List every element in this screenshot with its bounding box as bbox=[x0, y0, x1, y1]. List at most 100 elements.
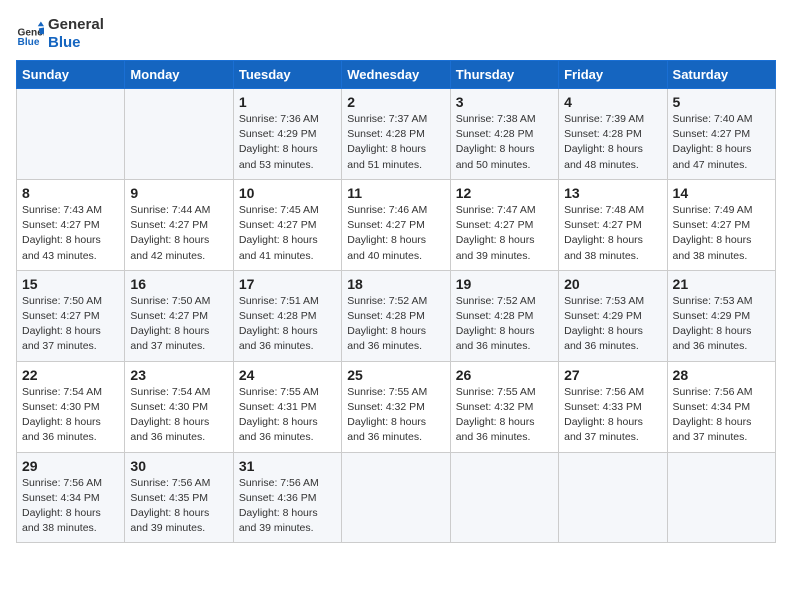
day-cell: 23 Sunrise: 7:54 AMSunset: 4:30 PMDayligh… bbox=[125, 361, 233, 452]
day-cell: 14 Sunrise: 7:49 AMSunset: 4:27 PMDayligh… bbox=[667, 179, 775, 270]
day-info: Sunrise: 7:55 AMSunset: 4:32 PMDaylight:… bbox=[347, 385, 444, 446]
day-cell: 13 Sunrise: 7:48 AMSunset: 4:27 PMDayligh… bbox=[559, 179, 667, 270]
day-number: 12 bbox=[456, 185, 553, 201]
day-cell: 27Sunrise: 7:56 AMSunset: 4:33 PMDayligh… bbox=[559, 361, 667, 452]
day-cell: 20Sunrise: 7:53 AMSunset: 4:29 PMDayligh… bbox=[559, 270, 667, 361]
svg-text:Blue: Blue bbox=[18, 37, 40, 48]
day-number: 15 bbox=[22, 276, 119, 292]
day-cell: 10 Sunrise: 7:45 AMSunset: 4:27 PMDayligh… bbox=[233, 179, 341, 270]
day-cell: 24 Sunrise: 7:55 AMSunset: 4:31 PMDayligh… bbox=[233, 361, 341, 452]
day-info: Sunrise: 7:39 AMSunset: 4:28 PMDaylight:… bbox=[564, 112, 661, 173]
day-number: 11 bbox=[347, 185, 444, 201]
day-cell: 4 Sunrise: 7:39 AMSunset: 4:28 PMDaylight… bbox=[559, 89, 667, 180]
day-cell: 11 Sunrise: 7:46 AMSunset: 4:27 PMDayligh… bbox=[342, 179, 450, 270]
header-row: SundayMondayTuesdayWednesdayThursdayFrid… bbox=[17, 61, 776, 89]
day-cell: 18Sunrise: 7:52 AMSunset: 4:28 PMDayligh… bbox=[342, 270, 450, 361]
header-cell-friday: Friday bbox=[559, 61, 667, 89]
day-number: 1 bbox=[239, 94, 336, 110]
header-cell-thursday: Thursday bbox=[450, 61, 558, 89]
day-cell: 5 Sunrise: 7:40 AMSunset: 4:27 PMDaylight… bbox=[667, 89, 775, 180]
logo: General Blue General Blue bbox=[16, 16, 104, 52]
day-cell: 8 Sunrise: 7:43 AMSunset: 4:27 PMDaylight… bbox=[17, 179, 125, 270]
day-info: Sunrise: 7:48 AMSunset: 4:27 PMDaylight:… bbox=[564, 203, 661, 264]
day-cell bbox=[17, 89, 125, 180]
day-info: Sunrise: 7:37 AMSunset: 4:28 PMDaylight:… bbox=[347, 112, 444, 173]
week-row-2: 15 Sunrise: 7:50 AMSunset: 4:27 PMDayligh… bbox=[17, 270, 776, 361]
week-row-1: 8 Sunrise: 7:43 AMSunset: 4:27 PMDaylight… bbox=[17, 179, 776, 270]
day-cell: 28 Sunrise: 7:56 AMSunset: 4:34 PMDayligh… bbox=[667, 361, 775, 452]
day-info: Sunrise: 7:55 AMSunset: 4:31 PMDaylight:… bbox=[239, 385, 336, 446]
day-number: 3 bbox=[456, 94, 553, 110]
day-number: 24 bbox=[239, 367, 336, 383]
day-number: 25 bbox=[347, 367, 444, 383]
day-number: 4 bbox=[564, 94, 661, 110]
day-cell: 3 Sunrise: 7:38 AMSunset: 4:28 PMDaylight… bbox=[450, 89, 558, 180]
header-cell-tuesday: Tuesday bbox=[233, 61, 341, 89]
day-cell: 21 Sunrise: 7:53 AMSunset: 4:29 PMDayligh… bbox=[667, 270, 775, 361]
day-cell: 12 Sunrise: 7:47 AMSunset: 4:27 PMDayligh… bbox=[450, 179, 558, 270]
day-info: Sunrise: 7:56 AMSunset: 4:36 PMDaylight:… bbox=[239, 476, 336, 537]
header-cell-wednesday: Wednesday bbox=[342, 61, 450, 89]
day-number: 10 bbox=[239, 185, 336, 201]
day-number: 16 bbox=[130, 276, 227, 292]
day-info: Sunrise: 7:43 AMSunset: 4:27 PMDaylight:… bbox=[22, 203, 119, 264]
page-header: General Blue General Blue bbox=[16, 16, 776, 52]
day-info: Sunrise: 7:40 AMSunset: 4:27 PMDaylight:… bbox=[673, 112, 770, 173]
day-number: 23 bbox=[130, 367, 227, 383]
week-row-4: 29 Sunrise: 7:56 AMSunset: 4:34 PMDayligh… bbox=[17, 452, 776, 543]
day-info: Sunrise: 7:56 AMSunset: 4:34 PMDaylight:… bbox=[22, 476, 119, 537]
day-info: Sunrise: 7:54 AMSunset: 4:30 PMDaylight:… bbox=[22, 385, 119, 446]
day-info: Sunrise: 7:46 AMSunset: 4:27 PMDaylight:… bbox=[347, 203, 444, 264]
day-info: Sunrise: 7:45 AMSunset: 4:27 PMDaylight:… bbox=[239, 203, 336, 264]
day-number: 20 bbox=[564, 276, 661, 292]
day-cell bbox=[125, 89, 233, 180]
day-info: Sunrise: 7:47 AMSunset: 4:27 PMDaylight:… bbox=[456, 203, 553, 264]
logo-icon: General Blue bbox=[16, 20, 44, 48]
day-number: 19 bbox=[456, 276, 553, 292]
day-info: Sunrise: 7:56 AMSunset: 4:35 PMDaylight:… bbox=[130, 476, 227, 537]
day-info: Sunrise: 7:54 AMSunset: 4:30 PMDaylight:… bbox=[130, 385, 227, 446]
day-info: Sunrise: 7:56 AMSunset: 4:34 PMDaylight:… bbox=[673, 385, 770, 446]
day-number: 13 bbox=[564, 185, 661, 201]
day-number: 8 bbox=[22, 185, 119, 201]
day-info: Sunrise: 7:50 AMSunset: 4:27 PMDaylight:… bbox=[22, 294, 119, 355]
day-info: Sunrise: 7:52 AMSunset: 4:28 PMDaylight:… bbox=[456, 294, 553, 355]
day-cell bbox=[450, 452, 558, 543]
day-number: 27 bbox=[564, 367, 661, 383]
day-number: 26 bbox=[456, 367, 553, 383]
day-number: 2 bbox=[347, 94, 444, 110]
day-cell: 2 Sunrise: 7:37 AMSunset: 4:28 PMDaylight… bbox=[342, 89, 450, 180]
day-number: 28 bbox=[673, 367, 770, 383]
day-number: 22 bbox=[22, 367, 119, 383]
day-number: 14 bbox=[673, 185, 770, 201]
day-info: Sunrise: 7:49 AMSunset: 4:27 PMDaylight:… bbox=[673, 203, 770, 264]
day-cell: 26 Sunrise: 7:55 AMSunset: 4:32 PMDayligh… bbox=[450, 361, 558, 452]
day-number: 21 bbox=[673, 276, 770, 292]
day-number: 30 bbox=[130, 458, 227, 474]
day-number: 9 bbox=[130, 185, 227, 201]
day-cell: 15 Sunrise: 7:50 AMSunset: 4:27 PMDayligh… bbox=[17, 270, 125, 361]
day-info: Sunrise: 7:53 AMSunset: 4:29 PMDaylight:… bbox=[673, 294, 770, 355]
day-cell bbox=[559, 452, 667, 543]
day-info: Sunrise: 7:38 AMSunset: 4:28 PMDaylight:… bbox=[456, 112, 553, 173]
day-info: Sunrise: 7:44 AMSunset: 4:27 PMDaylight:… bbox=[130, 203, 227, 264]
day-cell: 22 Sunrise: 7:54 AMSunset: 4:30 PMDayligh… bbox=[17, 361, 125, 452]
week-row-0: 1Sunrise: 7:36 AMSunset: 4:29 PMDaylight… bbox=[17, 89, 776, 180]
day-cell: 30 Sunrise: 7:56 AMSunset: 4:35 PMDayligh… bbox=[125, 452, 233, 543]
day-number: 5 bbox=[673, 94, 770, 110]
day-cell: 1Sunrise: 7:36 AMSunset: 4:29 PMDaylight… bbox=[233, 89, 341, 180]
day-info: Sunrise: 7:55 AMSunset: 4:32 PMDaylight:… bbox=[456, 385, 553, 446]
day-info: Sunrise: 7:51 AMSunset: 4:28 PMDaylight:… bbox=[239, 294, 336, 355]
day-cell: 25 Sunrise: 7:55 AMSunset: 4:32 PMDayligh… bbox=[342, 361, 450, 452]
day-cell: 19 Sunrise: 7:52 AMSunset: 4:28 PMDayligh… bbox=[450, 270, 558, 361]
day-number: 17 bbox=[239, 276, 336, 292]
day-cell bbox=[667, 452, 775, 543]
day-number: 31 bbox=[239, 458, 336, 474]
day-cell bbox=[342, 452, 450, 543]
day-info: Sunrise: 7:52 AMSunset: 4:28 PMDaylight:… bbox=[347, 294, 444, 355]
calendar-header: SundayMondayTuesdayWednesdayThursdayFrid… bbox=[17, 61, 776, 89]
day-cell: 29 Sunrise: 7:56 AMSunset: 4:34 PMDayligh… bbox=[17, 452, 125, 543]
day-cell: 16Sunrise: 7:50 AMSunset: 4:27 PMDayligh… bbox=[125, 270, 233, 361]
day-cell: 9 Sunrise: 7:44 AMSunset: 4:27 PMDaylight… bbox=[125, 179, 233, 270]
day-number: 29 bbox=[22, 458, 119, 474]
